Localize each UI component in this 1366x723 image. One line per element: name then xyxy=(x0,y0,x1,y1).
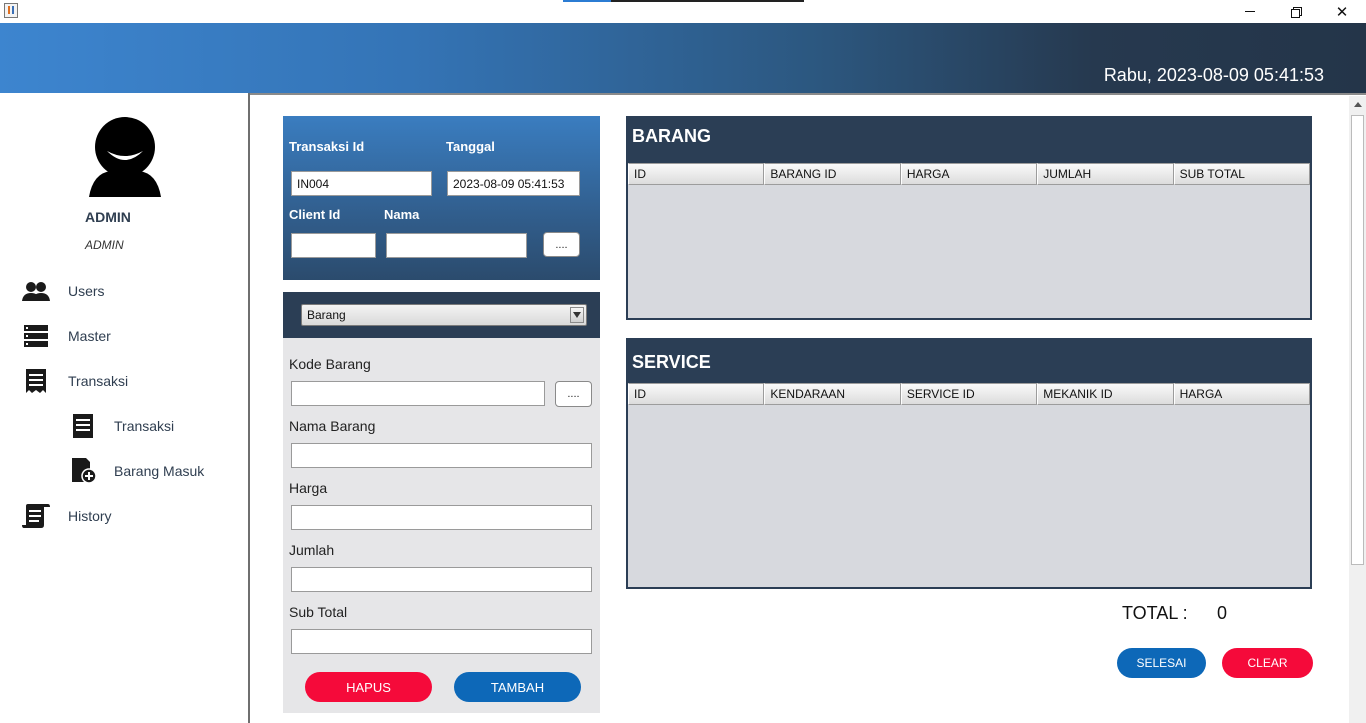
item-type-value: Barang xyxy=(307,308,346,322)
minimize-button[interactable] xyxy=(1227,0,1273,23)
barang-table-title: BARANG xyxy=(632,126,711,146)
receipt-icon xyxy=(22,369,50,393)
sidebar-item-transaksi[interactable]: Transaksi xyxy=(22,369,128,393)
column-header[interactable]: MEKANIK ID xyxy=(1037,383,1174,405)
column-header[interactable]: JUMLAH xyxy=(1037,163,1174,185)
client-id-label: Client Id xyxy=(289,207,341,222)
service-table-title: SERVICE xyxy=(632,352,711,372)
sidebar-item-label: Barang Masuk xyxy=(114,463,205,479)
price-label: Harga xyxy=(289,480,328,496)
barang-table-panel: BARANG ID BARANG ID HARGA JUMLAH SUB TOT… xyxy=(626,116,1312,320)
service-table[interactable]: ID KENDARAAN SERVICE ID MEKANIK ID HARGA xyxy=(628,383,1311,587)
chevron-down-icon[interactable] xyxy=(570,307,584,323)
sidebar-item-master[interactable]: Master xyxy=(22,324,111,348)
column-header[interactable]: HARGA xyxy=(900,163,1038,185)
total-label: TOTAL : xyxy=(1122,603,1188,623)
column-header[interactable]: KENDARAAN xyxy=(764,383,901,405)
client-lookup-button[interactable]: .... xyxy=(543,232,580,257)
sidebar-item-users[interactable]: Users xyxy=(22,279,105,303)
name-label: Nama xyxy=(384,207,420,222)
java-app-icon xyxy=(4,3,18,18)
column-header[interactable]: SERVICE ID xyxy=(900,383,1038,405)
close-icon: ✕ xyxy=(1335,2,1349,21)
scroll-up-icon[interactable] xyxy=(1349,96,1366,113)
sidebar-item-label: Master xyxy=(68,328,111,344)
column-header[interactable]: BARANG ID xyxy=(764,163,901,185)
sidebar: ADMIN ADMIN Users Master Transaksi Trans… xyxy=(0,93,248,723)
subtotal-field[interactable] xyxy=(291,629,592,654)
title-strip xyxy=(563,0,804,2)
column-header[interactable]: ID xyxy=(628,163,765,185)
minimize-icon xyxy=(1245,11,1255,12)
restore-button[interactable] xyxy=(1273,0,1319,23)
transaction-id-label: Transaksi Id xyxy=(289,139,365,154)
service-table-header: ID KENDARAAN SERVICE ID MEKANIK ID HARGA xyxy=(628,383,1311,405)
item-lookup-button[interactable]: .... xyxy=(555,381,592,407)
clear-button[interactable]: CLEAR xyxy=(1222,648,1313,678)
total-value: 0 xyxy=(1217,603,1228,623)
date-field[interactable]: 2023-08-09 05:41:53 xyxy=(447,171,580,196)
add-button[interactable]: TAMBAH xyxy=(454,672,581,702)
sidebar-subitem-transaksi[interactable]: Transaksi xyxy=(69,414,174,438)
item-name-field[interactable] xyxy=(291,443,592,468)
window-titlebar: ✕ xyxy=(0,0,1366,23)
header-banner: Rabu, 2023-08-09 05:41:53 xyxy=(0,23,1366,93)
close-button[interactable]: ✕ xyxy=(1319,0,1365,23)
finish-button[interactable]: SELESAI xyxy=(1117,648,1206,678)
sidebar-item-label: History xyxy=(68,508,112,524)
vertical-scrollbar[interactable] xyxy=(1349,96,1366,723)
sidebar-item-label: Transaksi xyxy=(114,418,175,434)
price-field[interactable] xyxy=(291,505,592,530)
date-label: Tanggal xyxy=(446,139,495,154)
column-header[interactable]: SUB TOTAL xyxy=(1173,163,1311,185)
sidebar-item-label: Users xyxy=(68,283,105,299)
document-add-icon xyxy=(69,458,97,484)
transaction-id-field[interactable]: IN004 xyxy=(291,171,432,196)
sidebar-item-label: Transaksi xyxy=(68,373,129,389)
barang-table[interactable]: ID BARANG ID HARGA JUMLAH SUB TOTAL xyxy=(628,163,1311,318)
item-code-field[interactable] xyxy=(291,381,545,406)
receipt-icon xyxy=(69,414,97,438)
delete-button[interactable]: HAPUS xyxy=(305,672,432,702)
column-header[interactable]: ID xyxy=(628,383,765,405)
restore-icon xyxy=(1291,6,1302,18)
item-name-label: Nama Barang xyxy=(289,418,376,434)
client-name-field[interactable] xyxy=(386,233,527,258)
quantity-field[interactable] xyxy=(291,567,592,592)
user-name: ADMIN xyxy=(85,209,131,225)
scroll-thumb[interactable] xyxy=(1351,115,1364,565)
server-icon xyxy=(22,324,50,348)
item-type-select[interactable]: Barang xyxy=(301,304,587,326)
header-datetime: Rabu, 2023-08-09 05:41:53 xyxy=(1103,65,1324,85)
subtotal-label: Sub Total xyxy=(289,604,348,620)
scroll-icon xyxy=(22,504,50,528)
user-avatar-icon xyxy=(89,117,161,197)
service-table-panel: SERVICE ID KENDARAAN SERVICE ID MEKANIK … xyxy=(626,338,1312,589)
sidebar-subitem-barang-masuk[interactable]: Barang Masuk xyxy=(69,458,205,484)
user-role: ADMIN xyxy=(85,238,124,252)
quantity-label: Jumlah xyxy=(289,542,335,558)
sidebar-item-history[interactable]: History xyxy=(22,504,112,528)
item-code-label: Kode Barang xyxy=(289,356,371,372)
users-icon xyxy=(22,279,50,303)
barang-table-header: ID BARANG ID HARGA JUMLAH SUB TOTAL xyxy=(628,163,1311,185)
column-header[interactable]: HARGA xyxy=(1173,383,1311,405)
client-id-field[interactable] xyxy=(291,233,376,258)
